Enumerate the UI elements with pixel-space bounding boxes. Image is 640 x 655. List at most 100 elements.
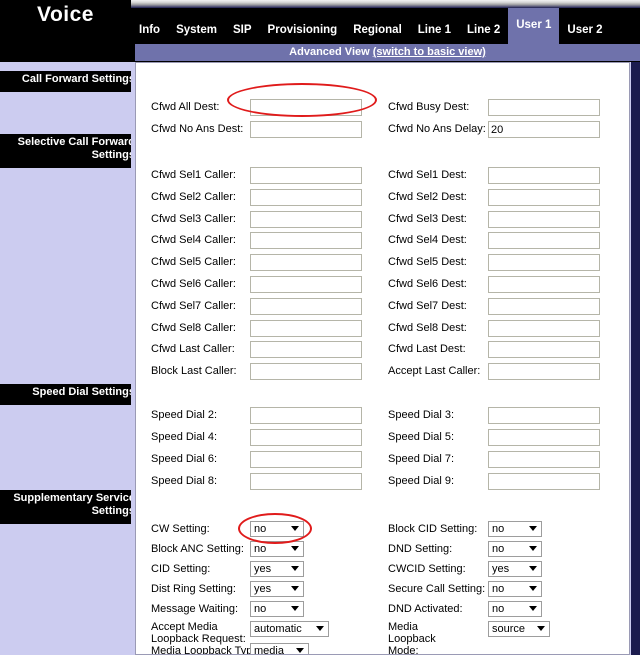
input-speed-dial-right-0[interactable]: [488, 407, 600, 424]
label-scf-left-9: Block Last Caller:: [151, 365, 237, 377]
input-scf-right-2[interactable]: [488, 211, 600, 228]
input-cfwd-no-ans-delay[interactable]: [488, 121, 600, 138]
label-speed-dial-left-0: Speed Dial 2:: [151, 409, 218, 421]
label-supp-left-3: Dist Ring Setting:: [151, 583, 236, 595]
input-speed-dial-right-3[interactable]: [488, 473, 600, 490]
select-supp-left-3[interactable]: yes: [250, 581, 304, 597]
select-supp-right-2[interactable]: yes: [488, 561, 542, 577]
input-scf-left-4[interactable]: [250, 254, 362, 271]
input-speed-dial-left-0[interactable]: [250, 407, 362, 424]
tab-user-2[interactable]: User 2: [559, 16, 610, 44]
input-scf-right-1[interactable]: [488, 189, 600, 206]
select-supp-right-4[interactable]: no: [488, 601, 542, 617]
select-value: no: [492, 603, 505, 615]
input-scf-left-9[interactable]: [250, 363, 362, 380]
chevron-down-icon: [296, 648, 304, 653]
input-speed-dial-right-1[interactable]: [488, 429, 600, 446]
input-scf-left-3[interactable]: [250, 232, 362, 249]
label-supp-left-4: Message Waiting:: [151, 603, 239, 615]
select-supp-right-5[interactable]: source: [488, 621, 550, 637]
input-cfwd-all-dest[interactable]: [250, 99, 362, 116]
label-speed-dial-right-0: Speed Dial 3:: [388, 409, 455, 421]
label-supp-right-4: DND Activated:: [388, 603, 463, 615]
view-mode-title: Advanced View: [289, 46, 370, 58]
label-supp-right-2: CWCID Setting:: [388, 563, 466, 575]
input-cfwd-no-ans-dest[interactable]: [250, 121, 362, 138]
label-supp-right-5: Media Loopback Mode:: [388, 621, 436, 655]
label-scf-right-4: Cfwd Sel5 Dest:: [388, 256, 467, 268]
tab-provisioning[interactable]: Provisioning: [260, 16, 346, 44]
select-value: no: [254, 603, 267, 615]
tab-sip[interactable]: SIP: [225, 16, 260, 44]
label-speed-dial-right-2: Speed Dial 7:: [388, 453, 455, 465]
label-supp-left-1: Block ANC Setting:: [151, 543, 244, 555]
input-scf-right-3[interactable]: [488, 232, 600, 249]
select-supp-right-3[interactable]: no: [488, 581, 542, 597]
input-scf-left-8[interactable]: [250, 341, 362, 358]
select-supp-left-1[interactable]: no: [250, 541, 304, 557]
chevron-down-icon: [291, 546, 299, 551]
input-scf-left-1[interactable]: [250, 189, 362, 206]
label-scf-left-8: Cfwd Last Caller:: [151, 343, 235, 355]
select-supp-left-4[interactable]: no: [250, 601, 304, 617]
select-supp-right-1[interactable]: no: [488, 541, 542, 557]
input-scf-left-6[interactable]: [250, 298, 362, 315]
right-edge-border: [631, 62, 640, 655]
label-scf-right-7: Cfwd Sel8 Dest:: [388, 322, 467, 334]
input-scf-right-0[interactable]: [488, 167, 600, 184]
tab-user-1[interactable]: User 1: [508, 8, 560, 44]
input-scf-right-9[interactable]: [488, 363, 600, 380]
label-scf-right-5: Cfwd Sel6 Dest:: [388, 278, 467, 290]
section-title-selective-call-forward: Selective Call Forward Settings: [0, 134, 141, 168]
label-speed-dial-left-1: Speed Dial 4:: [151, 431, 218, 443]
switch-to-basic-view-link[interactable]: (switch to basic view): [373, 46, 486, 58]
select-value: no: [492, 523, 505, 535]
select-supp-left-6[interactable]: media: [250, 643, 309, 654]
select-value: yes: [254, 563, 272, 575]
page-body: Call Forward Settings Selective Call For…: [0, 62, 640, 655]
tab-system[interactable]: System: [168, 16, 225, 44]
content-column: Cfwd All Dest: Cfwd Busy Dest: Cfwd No Ans…: [131, 62, 640, 655]
select-supp-right-0[interactable]: no: [488, 521, 542, 537]
tab-line-2[interactable]: Line 2: [459, 16, 508, 44]
tab-list: Info System SIP Provisioning Regional Line 1L…: [131, 8, 611, 44]
tab-regional[interactable]: Regional: [345, 16, 410, 44]
input-scf-left-0[interactable]: [250, 167, 362, 184]
label-cfwd-all-dest: Cfwd All Dest:: [151, 101, 220, 113]
select-supp-left-0[interactable]: no: [250, 521, 304, 537]
label-scf-right-9: Accept Last Caller:: [388, 365, 481, 377]
label-scf-right-1: Cfwd Sel2 Dest:: [388, 191, 467, 203]
input-speed-dial-left-3[interactable]: [250, 473, 362, 490]
select-value: automatic: [254, 623, 302, 635]
input-scf-right-6[interactable]: [488, 298, 600, 315]
chevron-down-icon: [529, 546, 537, 551]
input-cfwd-busy-dest[interactable]: [488, 99, 600, 116]
input-speed-dial-right-2[interactable]: [488, 451, 600, 468]
input-speed-dial-left-1[interactable]: [250, 429, 362, 446]
label-supp-left-2: CID Setting:: [151, 563, 211, 575]
tab-strip-gradient: [131, 0, 640, 8]
input-scf-right-4[interactable]: [488, 254, 600, 271]
select-value: no: [254, 543, 267, 555]
label-cfwd-no-ans-delay: Cfwd No Ans Delay:: [388, 123, 486, 135]
select-value: source: [492, 623, 526, 635]
input-scf-left-5[interactable]: [250, 276, 362, 293]
label-cfwd-busy-dest: Cfwd Busy Dest:: [388, 101, 470, 113]
section-title-speed-dial: Speed Dial Settings: [0, 384, 141, 405]
select-supp-left-5[interactable]: automatic: [250, 621, 329, 637]
tab-strip: Info System SIP Provisioning Regional Line 1L…: [131, 0, 640, 44]
label-speed-dial-left-2: Speed Dial 6:: [151, 453, 218, 465]
input-scf-right-8[interactable]: [488, 341, 600, 358]
input-scf-right-5[interactable]: [488, 276, 600, 293]
label-scf-right-8: Cfwd Last Dest:: [388, 343, 466, 355]
browser-page: Voice Info System SIP Provisioning Regional L…: [0, 0, 640, 655]
select-supp-left-2[interactable]: yes: [250, 561, 304, 577]
label-scf-left-1: Cfwd Sel2 Caller:: [151, 191, 236, 203]
label-cfwd-no-ans-dest: Cfwd No Ans Dest:: [151, 123, 244, 135]
tab-line-1[interactable]: Line 1: [410, 16, 459, 44]
input-scf-left-7[interactable]: [250, 320, 362, 337]
input-scf-left-2[interactable]: [250, 211, 362, 228]
input-scf-right-7[interactable]: [488, 320, 600, 337]
input-speed-dial-left-2[interactable]: [250, 451, 362, 468]
tab-info[interactable]: Info: [131, 16, 168, 44]
